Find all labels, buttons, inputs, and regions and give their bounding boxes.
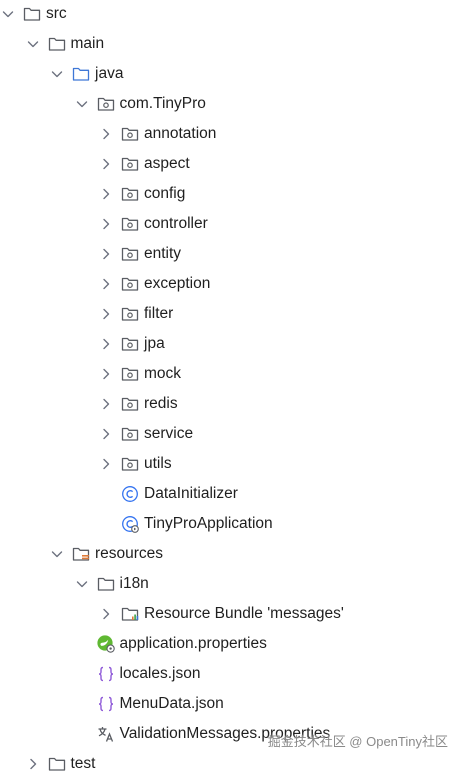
tree-item-label: jpa	[144, 335, 165, 352]
tree-item-mock[interactable]: mock	[0, 359, 462, 389]
tree-item-label: filter	[144, 305, 174, 322]
package-icon	[120, 334, 140, 354]
package-icon	[120, 394, 140, 414]
project-tree: src main java com.TinyPro annotation aspect co…	[0, 0, 462, 772]
tree-item-src[interactable]: src	[0, 0, 462, 29]
tree-item-label: TinyProApplication	[144, 515, 273, 532]
tree-item-config[interactable]: config	[0, 179, 462, 209]
spring-properties-icon	[96, 634, 116, 654]
tree-item-controller[interactable]: controller	[0, 209, 462, 239]
tree-item-datainitializer[interactable]: DataInitializer	[0, 479, 462, 509]
tree-item-menudata-json[interactable]: MenuData.json	[0, 689, 462, 719]
tree-item-label: config	[144, 185, 186, 202]
tree-item-jpa[interactable]: jpa	[0, 329, 462, 359]
tree-item-main[interactable]: main	[0, 29, 462, 59]
tree-item-label: service	[144, 425, 194, 442]
spring-boot-class-icon	[120, 514, 140, 534]
tree-item-label: locales.json	[119, 665, 201, 682]
chevron-right-icon[interactable]	[98, 426, 114, 442]
chevron-right-icon[interactable]	[98, 246, 114, 262]
chevron-down-icon[interactable]	[25, 36, 41, 52]
tree-item-locales-json[interactable]: locales.json	[0, 659, 462, 689]
tree-item-label: DataInitializer	[144, 485, 238, 502]
tree-item-redis[interactable]: redis	[0, 389, 462, 419]
tree-item-label: MenuData.json	[119, 695, 224, 712]
tree-item-label: src	[46, 5, 67, 22]
tree-item-label: aspect	[144, 155, 190, 172]
chevron-right-icon[interactable]	[98, 366, 114, 382]
tree-item-label: exception	[144, 275, 211, 292]
tree-item-filter[interactable]: filter	[0, 299, 462, 329]
chevron-right-icon[interactable]	[98, 156, 114, 172]
chevron-right-icon[interactable]	[98, 456, 114, 472]
tree-item-resources[interactable]: resources	[0, 539, 462, 569]
chevron-down-icon[interactable]	[49, 66, 65, 82]
java-class-icon	[120, 484, 140, 504]
tree-item-label: redis	[144, 395, 178, 412]
source-folder-icon	[71, 64, 91, 84]
tree-item-com-tinypro[interactable]: com.TinyPro	[0, 89, 462, 119]
package-icon	[120, 184, 140, 204]
chevron-right-icon[interactable]	[98, 396, 114, 412]
tree-item-label: test	[70, 755, 96, 772]
tree-item-label: Resource Bundle 'messages'	[144, 605, 344, 622]
package-icon	[120, 364, 140, 384]
package-icon	[120, 274, 140, 294]
folder-icon	[96, 574, 116, 594]
chevron-down-icon[interactable]	[74, 96, 90, 112]
package-icon	[96, 94, 116, 114]
tree-item-label: controller	[144, 215, 208, 232]
chevron-down-icon[interactable]	[74, 576, 90, 592]
tree-item-label: entity	[144, 245, 182, 262]
package-icon	[120, 154, 140, 174]
chevron-right-icon[interactable]	[98, 276, 114, 292]
tree-item-test[interactable]: test	[0, 749, 462, 779]
properties-translate-icon	[96, 724, 116, 744]
chevron-down-icon[interactable]	[0, 6, 16, 22]
package-icon	[120, 454, 140, 474]
chevron-right-icon[interactable]	[98, 306, 114, 322]
chevron-right-icon[interactable]	[98, 186, 114, 202]
tree-item-service[interactable]: service	[0, 419, 462, 449]
tree-item-label: application.properties	[119, 635, 267, 652]
chevron-right-icon[interactable]	[25, 756, 41, 772]
package-icon	[120, 304, 140, 324]
tree-item-label: resources	[95, 545, 164, 562]
package-icon	[120, 244, 140, 264]
tree-item-label: mock	[144, 365, 182, 382]
tree-item-label: java	[95, 65, 124, 82]
json-file-icon	[96, 664, 116, 684]
chevron-right-icon[interactable]	[98, 216, 114, 232]
folder-icon	[47, 754, 67, 774]
chevron-right-icon[interactable]	[98, 336, 114, 352]
tree-item-entity[interactable]: entity	[0, 239, 462, 269]
tree-item-label: i18n	[119, 575, 149, 592]
tree-item-java[interactable]: java	[0, 59, 462, 89]
chevron-down-icon[interactable]	[49, 546, 65, 562]
tree-item-exception[interactable]: exception	[0, 269, 462, 299]
tree-item-aspect[interactable]: aspect	[0, 149, 462, 179]
tree-item-label: com.TinyPro	[119, 95, 206, 112]
folder-icon	[22, 4, 42, 24]
tree-item-annotation[interactable]: annotation	[0, 119, 462, 149]
tree-item-label: annotation	[144, 125, 217, 142]
tree-item-resource-bundle-messages[interactable]: Resource Bundle 'messages'	[0, 599, 462, 629]
package-icon	[120, 124, 140, 144]
folder-icon	[47, 34, 67, 54]
package-icon	[120, 424, 140, 444]
tree-item-label: utils	[144, 455, 172, 472]
tree-item-label: main	[70, 35, 105, 52]
resource-bundle-icon	[120, 604, 140, 624]
package-icon	[120, 214, 140, 234]
tree-item-i18n[interactable]: i18n	[0, 569, 462, 599]
watermark: 掘金技术社区 @ OpenTiny社区	[267, 734, 448, 749]
tree-item-tinyproapplication[interactable]: TinyProApplication	[0, 509, 462, 539]
chevron-right-icon[interactable]	[98, 126, 114, 142]
json-file-icon	[96, 694, 116, 714]
chevron-right-icon[interactable]	[98, 606, 114, 622]
resources-folder-icon	[71, 544, 91, 564]
tree-item-application-properties[interactable]: application.properties	[0, 629, 462, 659]
tree-item-utils[interactable]: utils	[0, 449, 462, 479]
